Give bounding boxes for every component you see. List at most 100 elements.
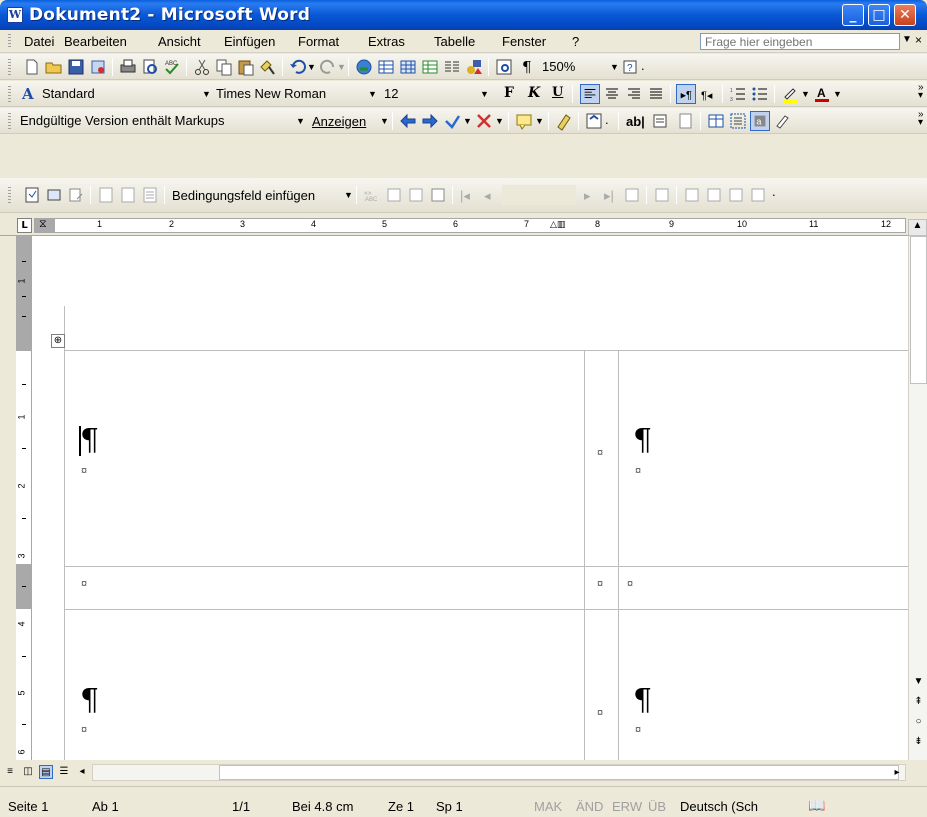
tables-borders-icon[interactable] (376, 57, 396, 77)
new-icon[interactable] (22, 57, 42, 77)
horizontal-scrollbar[interactable]: ▸ (92, 764, 906, 781)
spelling-icon[interactable]: ABC (162, 57, 182, 77)
show-formatting-icon[interactable]: ¶ (522, 58, 532, 76)
show-menu-button[interactable]: Anzeigen (312, 114, 366, 129)
undo-dropdown-icon[interactable]: ▼ (307, 62, 316, 72)
ltr-icon[interactable]: ▸¶ (676, 84, 696, 104)
reject-change-icon[interactable] (474, 111, 494, 131)
cell-end-mark[interactable]: ¤ (597, 707, 603, 719)
track-changes-icon[interactable] (554, 111, 574, 131)
save-icon[interactable] (66, 57, 86, 77)
menu-format[interactable]: Format (298, 34, 339, 49)
toolbar-overflow-icon[interactable]: » ▾ (918, 110, 924, 128)
next-record-icon[interactable]: ▸ (584, 188, 591, 204)
vertical-scroll-thumb[interactable] (910, 236, 927, 384)
toolbar-options-icon[interactable]: . (641, 58, 645, 73)
insert-word-field-button[interactable]: Bedingungsfeld einfügen (172, 188, 315, 203)
open-icon[interactable] (44, 57, 64, 77)
table-icon[interactable] (398, 57, 418, 77)
toolbar-grip[interactable] (8, 187, 11, 203)
outline-view-icon[interactable]: ☰ (57, 765, 71, 779)
insert-merge-field-icon[interactable] (140, 185, 160, 205)
print-preview-icon[interactable] (140, 57, 160, 77)
document-map-icon[interactable] (494, 57, 514, 77)
bold-button[interactable]: F (504, 85, 514, 101)
toolbar-grip[interactable] (8, 113, 11, 129)
close-button[interactable]: ✕ (894, 4, 916, 26)
cell-end-mark[interactable]: ¤ (635, 724, 641, 736)
status-macro-recorder[interactable]: MAK (534, 799, 562, 814)
next-page-icon[interactable]: ⇟ (910, 734, 927, 750)
copy-icon[interactable] (214, 57, 234, 77)
view-merged-data-icon[interactable]: «»ABC (362, 185, 382, 205)
cell-end-mark[interactable]: ¤ (81, 578, 87, 590)
print-layout-view-icon[interactable]: ▤ (39, 765, 53, 779)
split-box[interactable]: ▲ (908, 219, 927, 236)
last-record-icon[interactable]: ▸| (604, 188, 614, 204)
browse-object-icon[interactable]: ○ (910, 714, 927, 730)
main-document-icon[interactable] (22, 185, 42, 205)
open-data-source-icon[interactable] (44, 185, 64, 205)
record-number-input[interactable] (502, 185, 576, 205)
cell-end-mark[interactable]: ¤ (597, 578, 603, 590)
indent-marker[interactable]: ⧖ (39, 218, 47, 231)
menu-tabelle[interactable]: Tabelle (434, 34, 475, 49)
toolbar-grip[interactable] (8, 86, 11, 102)
checkbox-field-icon[interactable] (650, 111, 670, 131)
menu-einfuegen[interactable]: Einfügen (224, 34, 275, 49)
highlight-fields-icon[interactable] (384, 185, 404, 205)
merge-to-printer-icon[interactable] (704, 185, 724, 205)
document-close-icon[interactable]: × (915, 33, 922, 47)
highlight-icon[interactable] (780, 84, 800, 104)
style-combo[interactable]: Standard (38, 84, 198, 104)
column-marker[interactable]: △▥ (550, 219, 565, 230)
title-bar[interactable]: W Dokument2 - Microsoft Word _ □ ✕ (0, 0, 927, 30)
cell-end-mark[interactable]: ¤ (81, 465, 87, 477)
menu-bearbeiten[interactable]: Bearbeiten (64, 34, 127, 49)
reject-dropdown-icon[interactable]: ▼ (495, 116, 504, 126)
redo-dropdown-icon[interactable]: ▼ (337, 62, 346, 72)
zoom-dropdown-icon[interactable]: ▼ (610, 62, 619, 72)
cell-end-mark[interactable]: ¤ (597, 447, 603, 459)
vertical-ruler[interactable]: 1 1 2 3 4 5 6 (16, 236, 32, 760)
zoom-combo[interactable]: 150% (538, 57, 598, 77)
italic-button[interactable]: K (528, 85, 540, 101)
columns-icon[interactable] (442, 57, 462, 77)
status-language[interactable]: Deutsch (Sch (680, 799, 758, 814)
spelling-status-icon[interactable]: 📖 (808, 797, 825, 814)
scroll-down-icon[interactable]: ▼ (910, 674, 927, 690)
font-color-dropdown-icon[interactable]: ▼ (833, 89, 842, 99)
style-dropdown-icon[interactable]: ▼ (202, 89, 211, 99)
status-overtype[interactable]: ÜB (648, 799, 666, 814)
font-size-dropdown-icon[interactable]: ▼ (480, 89, 489, 99)
cut-icon[interactable] (192, 57, 212, 77)
numbering-icon[interactable]: 13 (728, 84, 748, 104)
reviewing-pane-icon[interactable] (584, 111, 604, 131)
toolbar-overflow-icon[interactable]: » ▾ (918, 83, 924, 101)
rtl-icon[interactable]: ¶◂ (698, 84, 718, 104)
menu-extras[interactable]: Extras (368, 34, 405, 49)
match-fields-icon[interactable] (406, 185, 426, 205)
comment-dropdown-icon[interactable]: ▼ (535, 116, 544, 126)
horizontal-scroll-thumb[interactable] (219, 765, 899, 780)
table-move-handle[interactable]: ⊕ (51, 334, 65, 348)
reset-form-icon[interactable] (772, 111, 792, 131)
cell-end-mark[interactable]: ¤ (635, 465, 641, 477)
status-extend[interactable]: ERW (612, 799, 642, 814)
excel-table-icon[interactable] (420, 57, 440, 77)
previous-change-icon[interactable] (398, 111, 418, 131)
next-change-icon[interactable] (420, 111, 440, 131)
reviewing-options-icon[interactable]: . (605, 112, 609, 127)
help-icon[interactable]: ? (620, 57, 640, 77)
merge-to-email-icon[interactable] (726, 185, 746, 205)
check-errors-icon[interactable] (652, 185, 672, 205)
format-painter-icon[interactable] (258, 57, 278, 77)
font-color-icon[interactable]: A (812, 84, 832, 104)
tab-selector[interactable]: L (17, 218, 32, 233)
word-app-icon[interactable]: W (7, 7, 23, 23)
undo-icon[interactable] (288, 57, 308, 77)
find-entry-icon[interactable] (622, 185, 642, 205)
redo-icon[interactable] (318, 57, 338, 77)
first-record-icon[interactable]: |◂ (460, 188, 470, 204)
font-dropdown-icon[interactable]: ▼ (368, 89, 377, 99)
